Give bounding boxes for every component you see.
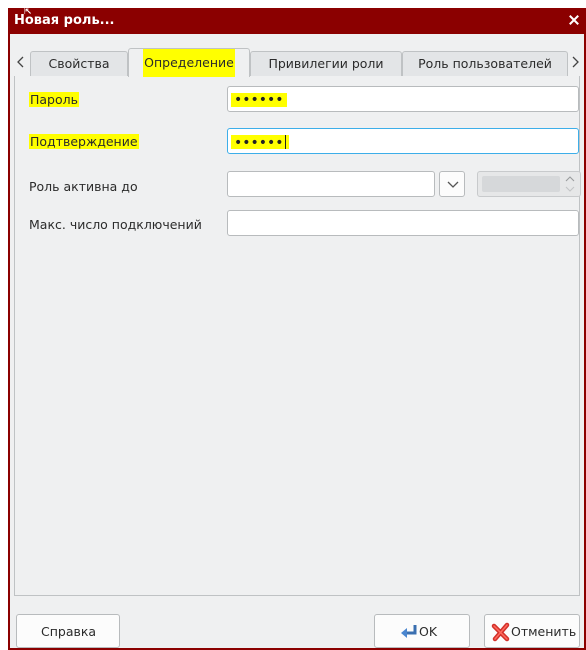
dialog-body: Свойства Определение Привилегии роли Рол… bbox=[10, 34, 584, 648]
window-title: Новая роль... bbox=[14, 13, 115, 28]
confirm-password-field[interactable]: •••••• bbox=[227, 128, 579, 154]
password-label: Пароль bbox=[29, 92, 79, 107]
tab-definition[interactable]: Определение bbox=[128, 48, 250, 77]
confirm-label: Подтверждение bbox=[29, 134, 139, 149]
chevron-left-icon bbox=[17, 56, 24, 68]
ok-button[interactable]: OK bbox=[374, 614, 470, 648]
help-button-label: Справка bbox=[41, 624, 97, 639]
ok-button-label: OK bbox=[419, 624, 438, 639]
tab-bar: Свойства Определение Привилегии роли Рол… bbox=[10, 48, 584, 77]
active-until-date-input[interactable] bbox=[227, 171, 435, 197]
close-icon[interactable] bbox=[568, 14, 580, 26]
title-bar[interactable]: ⇱ Новая роль... bbox=[8, 8, 586, 32]
help-button[interactable]: Справка bbox=[16, 614, 120, 648]
time-spinbox-value bbox=[482, 176, 560, 192]
tab-label: Роль пользователей bbox=[418, 56, 552, 71]
password-field[interactable]: •••••• bbox=[227, 86, 579, 112]
date-dropdown-button[interactable] bbox=[439, 171, 465, 197]
chevron-right-icon bbox=[572, 56, 579, 68]
max-connections-input[interactable] bbox=[227, 210, 579, 236]
cancel-x-icon bbox=[491, 622, 510, 642]
tab-scroll-right-button[interactable] bbox=[568, 48, 584, 76]
cancel-button-label: Отменить bbox=[511, 624, 577, 639]
password-value: •••••• bbox=[231, 93, 287, 107]
tab-label: Свойства bbox=[48, 56, 110, 71]
cancel-button[interactable]: Отменить bbox=[484, 614, 580, 648]
confirm-value: •••••• bbox=[231, 135, 289, 150]
tab-properties[interactable]: Свойства bbox=[30, 51, 128, 77]
chevron-down-icon bbox=[447, 181, 459, 188]
dialog-window: ⇱ Новая роль... Свойства Определение При… bbox=[8, 8, 586, 650]
enter-arrow-icon bbox=[401, 625, 417, 638]
tab-label: Привилегии роли bbox=[268, 56, 384, 71]
max-connections-label: Макс. число подключений bbox=[29, 217, 202, 232]
time-spinbox[interactable] bbox=[477, 171, 581, 197]
spin-arrows-icon[interactable] bbox=[562, 174, 578, 194]
tab-label: Определение bbox=[143, 49, 235, 77]
tab-role-privileges[interactable]: Привилегии роли bbox=[250, 51, 402, 77]
tab-scroll-left-button[interactable] bbox=[14, 48, 30, 76]
active-until-label: Роль активна до bbox=[29, 179, 138, 194]
tab-role-users[interactable]: Роль пользователей bbox=[402, 51, 568, 77]
definition-panel: Пароль •••••• Подтверждение •••••• Роль … bbox=[14, 76, 581, 596]
